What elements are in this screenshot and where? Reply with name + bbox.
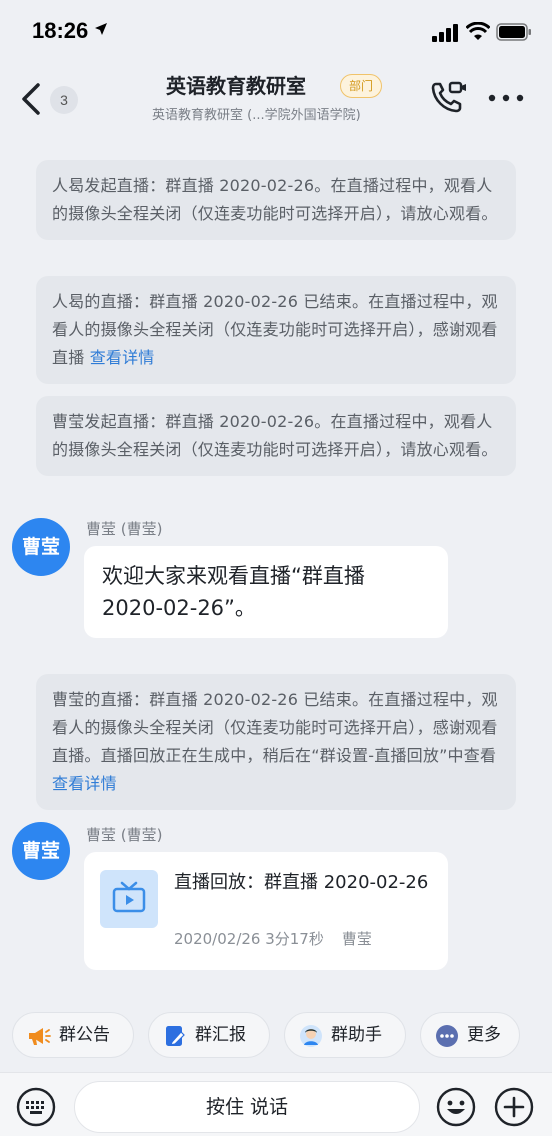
hold-to-talk-button[interactable]: 按住 说话 [74,1081,420,1133]
message-text: 欢迎大家来观看直播“群直播 2020-02-26”。 [102,564,365,620]
live-replay-card[interactable]: 直播回放：群直播 2020-02-26 2020/02/26 3分17秒 曹莹 [84,852,448,970]
view-details-link[interactable]: 查看详情 [52,774,117,793]
system-message-text: 人曷发起直播：群直播 2020-02-26。在直播过程中，观看人的摄像头全程关闭… [52,176,498,223]
group-announcement-button[interactable]: 群公告 [12,1012,134,1058]
unread-count-badge[interactable]: 3 [50,86,78,114]
chat-bubble[interactable]: 欢迎大家来观看直播“群直播 2020-02-26”。 [84,546,448,638]
keyboard-icon[interactable] [16,1087,56,1127]
quick-action-label: 更多 [467,1025,501,1045]
sender-name: 曹莹 (曹莹) [86,826,163,844]
replay-meta: 2020/02/26 3分17秒 曹莹 [174,928,372,949]
status-bar: 18:26 [0,0,552,64]
emoji-icon[interactable] [436,1087,476,1127]
system-message: 人曷的直播：群直播 2020-02-26 已结束。在直播过程中，观看人的摄像头全… [36,276,516,384]
system-message-text: 曹莹发起直播：群直播 2020-02-26。在直播过程中，观看人的摄像头全程关闭… [52,412,498,459]
replay-title: 直播回放：群直播 2020-02-26 [174,872,429,893]
video-call-icon[interactable] [430,80,468,114]
battery-icon [496,23,531,41]
cellular-signal-icon [432,24,458,42]
department-tag: 部门 [340,74,383,98]
quick-action-label: 群公告 [59,1025,110,1045]
view-details-link[interactable]: 查看详情 [90,348,155,367]
plus-icon[interactable] [494,1087,534,1127]
assistant-avatar-icon [300,1025,322,1047]
system-message: 曹莹的直播：群直播 2020-02-26 已结束。在直播过程中，观看人的摄像头全… [36,674,516,810]
more-actions-button[interactable]: 更多 [420,1012,520,1058]
more-dots-circle-icon [436,1025,458,1047]
system-message: 曹莹发起直播：群直播 2020-02-26。在直播过程中，观看人的摄像头全程关闭… [36,396,516,476]
status-time: 18:26 [32,18,89,43]
replay-thumbnail [100,870,158,928]
location-arrow-icon [95,23,107,35]
chat-subtitle[interactable]: 英语教育教研室 (...学院外国语学院) [152,104,361,123]
replay-author: 曹莹 [341,930,372,948]
avatar[interactable]: 曹莹 [12,822,70,880]
quick-action-label: 群汇报 [195,1025,246,1045]
sender-name: 曹莹 (曹莹) [86,520,163,538]
chat-header: 3 英语教育教研室 部门 英语教育教研室 (...学院外国语学院) [0,64,552,130]
input-bar: 按住 说话 [0,1072,552,1136]
system-message-text: 曹莹的直播：群直播 2020-02-26 已结束。在直播过程中，观看人的摄像头全… [52,690,498,765]
quick-action-label: 群助手 [331,1025,382,1045]
chat-title[interactable]: 英语教育教研室 [166,70,306,99]
system-message: 人曷发起直播：群直播 2020-02-26。在直播过程中，观看人的摄像头全程关闭… [36,160,516,240]
report-icon [166,1026,185,1046]
replay-date: 2020/02/26 3分17秒 [174,930,324,948]
tv-play-icon [112,881,146,913]
megaphone-icon [29,1028,51,1045]
back-chevron-icon[interactable] [18,82,44,116]
more-dots-icon[interactable] [488,94,524,102]
wifi-icon [466,22,490,40]
avatar[interactable]: 曹莹 [12,518,70,576]
group-assistant-button[interactable]: 群助手 [284,1012,406,1058]
group-report-button[interactable]: 群汇报 [148,1012,270,1058]
